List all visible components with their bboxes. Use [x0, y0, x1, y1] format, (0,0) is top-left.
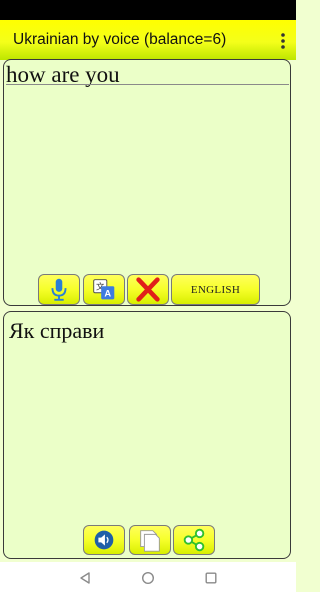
- svg-text:A: A: [104, 289, 111, 299]
- home-circle-icon[interactable]: [141, 571, 155, 585]
- output-panel: Як справи: [3, 311, 291, 559]
- copy-icon: [140, 530, 160, 552]
- language-button-label: ENGLISH: [190, 283, 241, 296]
- app-bar: Ukrainian by voice (balance=6): [0, 20, 296, 60]
- back-triangle-icon[interactable]: [78, 571, 92, 585]
- speaker-icon: [94, 530, 114, 550]
- language-button[interactable]: ENGLISH: [171, 274, 260, 305]
- translate-button[interactable]: 文 A: [83, 274, 125, 305]
- input-underline: [6, 84, 289, 85]
- clear-button[interactable]: [127, 274, 169, 305]
- copy-button[interactable]: [129, 525, 171, 555]
- close-x-icon: [136, 277, 160, 302]
- input-text-field[interactable]: how are you: [6, 63, 291, 87]
- app-title: Ukrainian by voice (balance=6): [13, 31, 227, 48]
- microphone-button[interactable]: [38, 274, 80, 305]
- speak-button[interactable]: [83, 525, 125, 555]
- more-vert-icon[interactable]: [266, 31, 290, 51]
- output-text: Як справи: [9, 318, 105, 343]
- microphone-icon: [51, 278, 67, 301]
- recents-square-icon[interactable]: [204, 571, 218, 585]
- status-bar: [0, 0, 296, 20]
- input-panel: how are you 文 A ENGLISH: [3, 59, 291, 306]
- share-icon: [183, 528, 205, 552]
- share-button[interactable]: [173, 525, 215, 555]
- translate-icon: 文 A: [93, 279, 115, 300]
- system-navigation-bar: [0, 562, 296, 592]
